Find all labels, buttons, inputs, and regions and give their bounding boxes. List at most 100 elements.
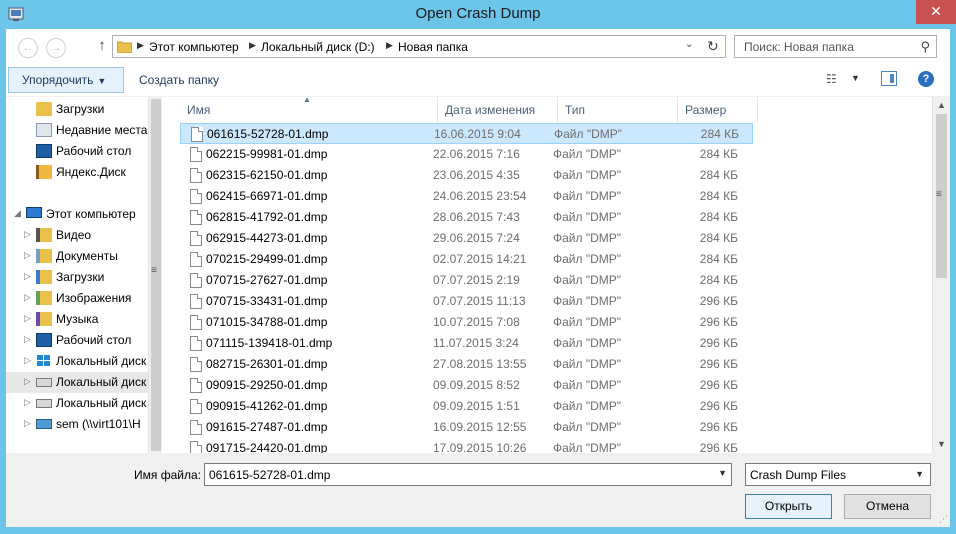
expand-arrow-icon[interactable]: ▷ — [24, 418, 31, 429]
file-row[interactable]: 082715-26301-01.dmp 27.08.2015 13:55 Файл … — [180, 354, 753, 375]
file-type-select[interactable]: Crash Dump Files ▼ — [745, 463, 931, 486]
title-bar[interactable]: Open Crash Dump ✕ — [0, 0, 956, 29]
file-row[interactable]: 071015-34788-01.dmp 10.07.2015 7:08 Файл "… — [180, 312, 753, 333]
open-button[interactable]: Открыть — [745, 494, 832, 519]
close-button[interactable]: ✕ — [916, 0, 956, 24]
breadcrumb-new-folder[interactable]: Новая папка — [398, 40, 468, 54]
breadcrumb-computer[interactable]: Этот компьютер — [149, 40, 239, 54]
file-row[interactable]: 090915-29250-01.dmp 09.09.2015 8:52 Файл "… — [180, 375, 753, 396]
tree-item-downloads[interactable]: Загрузки — [6, 99, 148, 120]
file-row[interactable]: 091715-24420-01.dmp 17.09.2015 10:26 Файл … — [180, 438, 753, 453]
file-date: 09.09.2015 8:52 — [433, 378, 520, 392]
file-type: Файл "DMP" — [553, 420, 622, 434]
file-row[interactable]: 070715-33431-01.dmp 07.07.2015 11:13 Файл … — [180, 291, 753, 312]
search-icon[interactable]: ⚲ — [920, 39, 930, 55]
resize-grip-icon[interactable]: ⋰ — [939, 514, 948, 525]
column-type[interactable]: Тип — [558, 97, 678, 122]
file-row[interactable]: 070215-29499-01.dmp 02.07.2015 14:21 Файл … — [180, 249, 753, 270]
file-type-dropdown-icon[interactable]: ▼ — [915, 469, 924, 479]
column-name[interactable]: Имя — [180, 97, 438, 122]
video-folder-icon — [36, 228, 52, 242]
file-row[interactable]: 061615-52728-01.dmp 16.06.2015 9:04 Файл "… — [180, 123, 753, 144]
expand-arrow-icon[interactable]: ▷ — [24, 229, 31, 240]
tree-item-yandex-disk[interactable]: Яндекс.Диск — [6, 162, 148, 183]
organize-button[interactable]: Упорядочить ▼ — [8, 67, 124, 93]
address-bar[interactable]: ▶ Этот компьютер ▶ Локальный диск (D:) ▶… — [112, 35, 726, 58]
navigation-bar: ← → ↑ ▶ Этот компьютер ▶ Локальный диск … — [6, 29, 950, 63]
tree-item-label: sem (\\virt101\H — [56, 417, 141, 431]
views-dropdown-icon[interactable]: ▼ — [851, 73, 860, 83]
tree-item-pictures[interactable]: ▷ Изображения — [6, 288, 148, 309]
tree-item-desktop-2[interactable]: ▷ Рабочий стол — [6, 330, 148, 351]
column-date[interactable]: Дата изменения — [438, 97, 558, 122]
breadcrumb-drive-d[interactable]: Локальный диск (D:) — [261, 40, 375, 54]
file-icon — [190, 336, 202, 351]
scroll-down-icon[interactable]: ▼ — [933, 436, 950, 453]
tree-item-label: Документы — [56, 249, 118, 263]
file-row[interactable]: 091615-27487-01.dmp 16.09.2015 12:55 Файл … — [180, 417, 753, 438]
tree-item-local-disk-d[interactable]: ▷ Локальный диск — [6, 372, 148, 393]
file-date: 17.09.2015 10:26 — [433, 441, 527, 453]
file-row[interactable]: 062315-62150-01.dmp 23.06.2015 4:35 Файл "… — [180, 165, 753, 186]
tree-item-recent-places[interactable]: Недавние места — [6, 120, 148, 141]
file-row[interactable]: 071115-139418-01.dmp 11.07.2015 3:24 Файл … — [180, 333, 753, 354]
back-button[interactable]: ← — [18, 38, 38, 58]
tree-item-local-disk-e[interactable]: ▷ Локальный диск — [6, 393, 148, 414]
expand-arrow-icon[interactable]: ▷ — [24, 250, 31, 261]
desktop-icon — [36, 333, 52, 347]
search-box[interactable]: Поиск: Новая папка ⚲ — [734, 35, 937, 58]
file-name: 090915-29250-01.dmp — [206, 378, 328, 392]
search-placeholder[interactable]: Поиск: Новая папка — [744, 40, 854, 54]
file-type: Файл "DMP" — [553, 210, 622, 224]
file-row[interactable]: 062815-41792-01.dmp 28.06.2015 7:43 Файл "… — [180, 207, 753, 228]
file-row[interactable]: 062215-99981-01.dmp 22.06.2015 7:16 Файл "… — [180, 144, 753, 165]
file-icon — [190, 441, 202, 453]
filename-dropdown-icon[interactable]: ▼ — [718, 468, 727, 478]
file-type-value[interactable]: Crash Dump Files — [750, 468, 846, 482]
new-folder-button[interactable]: Создать папку — [139, 73, 219, 87]
tree-item-video[interactable]: ▷ Видео — [6, 225, 148, 246]
scroll-up-icon[interactable]: ▲ — [933, 97, 950, 114]
address-dropdown-icon[interactable]: ⌄ — [685, 39, 693, 50]
file-size: 296 КБ — [699, 441, 738, 453]
column-size[interactable]: Размер — [678, 97, 758, 122]
cancel-button[interactable]: Отмена — [844, 494, 931, 519]
tree-item-music[interactable]: ▷ Музыка — [6, 309, 148, 330]
file-name: 062315-62150-01.dmp — [206, 168, 328, 182]
filename-value[interactable]: 061615-52728-01.dmp — [209, 468, 330, 482]
file-row[interactable]: 070715-27627-01.dmp 07.07.2015 2:19 Файл "… — [180, 270, 753, 291]
expand-arrow-icon[interactable]: ▷ — [24, 376, 31, 387]
expand-arrow-icon[interactable]: ▷ — [24, 397, 31, 408]
preview-pane-icon[interactable] — [881, 71, 897, 86]
tree-scrollbar[interactable]: ≡ — [148, 97, 162, 453]
file-name: 062915-44273-01.dmp — [206, 231, 328, 245]
documents-folder-icon — [36, 249, 52, 263]
expand-arrow-icon[interactable]: ▷ — [24, 313, 31, 324]
tree-item-network-drive[interactable]: ▷ sem (\\virt101\H — [6, 414, 148, 435]
help-icon[interactable]: ? — [918, 71, 934, 87]
file-list-scrollbar[interactable]: ▲ ≡ ▼ — [932, 97, 950, 453]
expand-arrow-icon[interactable]: ▷ — [24, 292, 31, 303]
collapse-arrow-icon[interactable]: ◢ — [14, 208, 21, 219]
tree-item-documents[interactable]: ▷ Документы — [6, 246, 148, 267]
file-row[interactable]: 090915-41262-01.dmp 09.09.2015 1:51 Файл "… — [180, 396, 753, 417]
expand-arrow-icon[interactable]: ▷ — [24, 271, 31, 282]
file-row[interactable]: 062415-66971-01.dmp 24.06.2015 23:54 Файл … — [180, 186, 753, 207]
refresh-icon[interactable]: ↻ — [707, 38, 719, 55]
expand-arrow-icon[interactable]: ▷ — [24, 334, 31, 345]
tree-item-downloads-2[interactable]: ▷ Загрузки — [6, 267, 148, 288]
tree-item-desktop[interactable]: Рабочий стол — [6, 141, 148, 162]
file-icon — [190, 168, 202, 183]
file-row[interactable]: 062915-44273-01.dmp 29.06.2015 7:24 Файл "… — [180, 228, 753, 249]
file-icon — [190, 420, 202, 435]
filename-input[interactable]: 061615-52728-01.dmp ▼ — [204, 463, 732, 486]
tree-item-local-disk-c[interactable]: ▷ Локальный диск — [6, 351, 148, 372]
forward-button[interactable]: → — [46, 38, 66, 58]
up-button[interactable]: ↑ — [94, 37, 110, 57]
views-icon[interactable]: ☷ — [826, 72, 837, 86]
tree-item-label: Локальный диск — [56, 396, 147, 410]
file-size: 296 КБ — [699, 294, 738, 308]
file-date: 11.07.2015 3:24 — [433, 336, 519, 350]
tree-item-this-computer[interactable]: ◢ Этот компьютер — [6, 204, 148, 225]
expand-arrow-icon[interactable]: ▷ — [24, 355, 31, 366]
